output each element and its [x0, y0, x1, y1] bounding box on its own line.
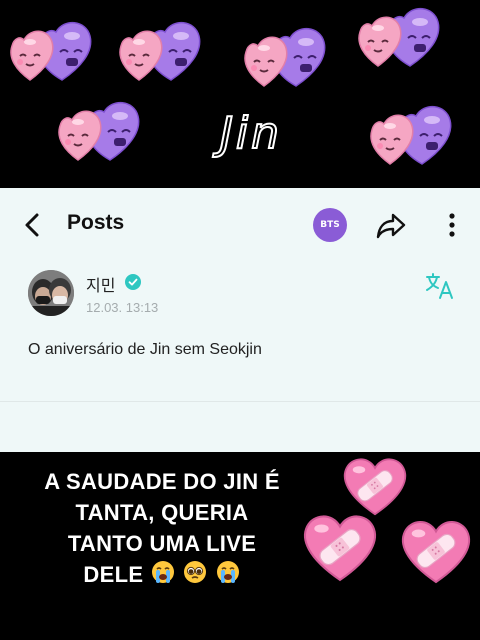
author-name[interactable]: 지민 [86, 272, 115, 296]
bts-group-badge[interactable]: BTS [313, 208, 347, 242]
post-timestamp: 12.03. 13:13 [86, 300, 159, 315]
heart-couple-sticker [243, 27, 326, 87]
loudly-crying-face-icon [216, 561, 239, 584]
back-arrow-icon[interactable] [16, 208, 50, 242]
avatar[interactable] [28, 270, 74, 316]
verified-icon [125, 274, 141, 290]
bandaid-heart-sticker [401, 521, 471, 584]
caption-line: TANTA, QUERIA [75, 500, 249, 525]
heart-couple-sticker [357, 7, 440, 67]
share-icon[interactable] [375, 210, 407, 240]
heart-couple-sticker [369, 105, 452, 165]
app-bar: Posts BTS [0, 188, 480, 262]
caption-text: A SAUDADE DO JIN É TANTA, QUERIA TANTO U… [12, 466, 312, 593]
emoji-row [150, 559, 241, 593]
post-text: O aniversário de Jin sem Seokjin [28, 341, 262, 358]
pleading-face-icon [184, 561, 207, 584]
caption-line-last: DELE [83, 562, 144, 587]
bandaid-heart-sticker [343, 458, 407, 516]
post-panel: Posts BTS 지민 12.03. 13:13 O aniversário … [0, 188, 480, 452]
heart-couple-sticker [118, 21, 201, 81]
loudly-crying-face-icon [151, 561, 174, 584]
caption-line: A SAUDADE DO JIN É [44, 469, 280, 494]
avatar-photo [28, 270, 74, 316]
divider [0, 401, 480, 402]
bandaid-heart-sticker [303, 515, 377, 581]
page-title: Posts [67, 211, 125, 234]
more-options-icon[interactable] [440, 208, 464, 242]
jin-title: Jin [219, 107, 283, 160]
caption-line: DELE [12, 559, 312, 593]
caption-line: TANTO UMA LIVE [67, 531, 257, 556]
heart-couple-sticker [57, 101, 140, 161]
translate-icon[interactable] [424, 272, 456, 300]
heart-couple-sticker [9, 21, 92, 81]
